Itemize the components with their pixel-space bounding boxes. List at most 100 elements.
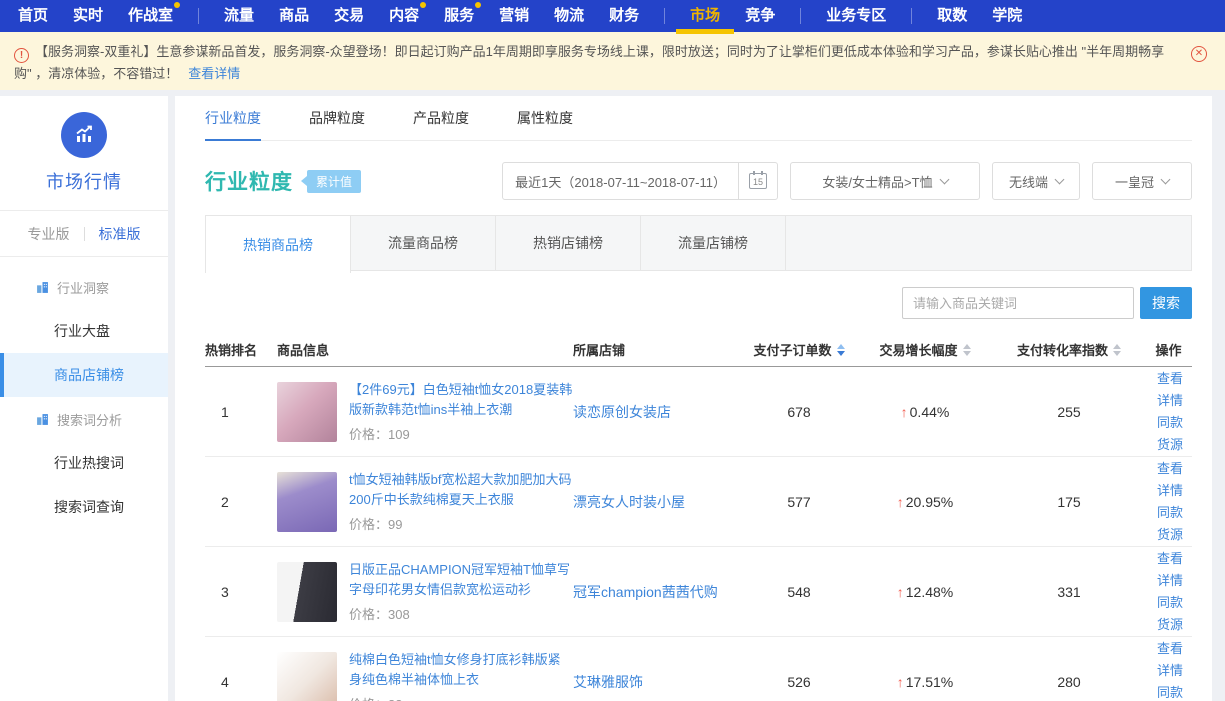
subtab-hot-products[interactable]: 热销商品榜: [205, 216, 351, 273]
market-chart-icon: [61, 112, 107, 158]
date-range-picker[interactable]: 最近1天（2018-07-11~2018-07-11） 15: [502, 162, 778, 200]
nav-item-service[interactable]: 服务: [444, 0, 474, 32]
view-detail-link[interactable]: 查看详情: [1157, 458, 1192, 502]
chevron-down-icon: [939, 174, 949, 184]
nav-divider: [198, 8, 199, 24]
nav-label: 财务: [609, 7, 639, 24]
same-source-link[interactable]: 同款货源: [1157, 592, 1192, 636]
subtab-traffic-products[interactable]: 流量商品榜: [350, 216, 496, 270]
sidebar-item-industry-board[interactable]: 行业大盘: [0, 309, 168, 353]
col-orders: 支付子订单数: [741, 340, 857, 359]
view-detail-link[interactable]: 查看详情: [1157, 548, 1192, 592]
sort-orders-icon[interactable]: [837, 344, 845, 356]
nav-item-finance[interactable]: 财务: [609, 0, 639, 32]
nav-item-business-zone[interactable]: 业务专区: [826, 0, 886, 32]
subtab-hot-shops[interactable]: 热销店铺榜: [495, 216, 641, 270]
table-row: 4 纯棉白色短袖t恤女修身打底衫韩版紧身纯色棉半袖体恤上衣 价格：88 艾琳雅服…: [205, 637, 1192, 701]
product-cell: 日版正品CHAMPION冠军短袖T恤草写字母印花男女情侣款宽松运动衫 价格：30…: [277, 560, 573, 623]
banner-text: 【服务洞察-双重礼】生意参谋新品首发，服务洞察-众望登场！即日起订购产品1年周期…: [14, 44, 1164, 81]
nav-item-home[interactable]: 首页: [18, 0, 48, 32]
col-orders-label: 支付子订单数: [753, 340, 831, 359]
notification-dot: [475, 2, 481, 8]
calendar-icon[interactable]: 15: [739, 163, 777, 199]
nav-divider: [800, 8, 801, 24]
subtab-traffic-shops[interactable]: 流量店铺榜: [640, 216, 786, 270]
date-range-value: 最近1天（2018-07-11~2018-07-11）: [503, 163, 739, 199]
shop-link[interactable]: 冠军champion茜茜代购: [573, 582, 741, 602]
product-title-link[interactable]: 【2件69元】白色短袖t恤女2018夏装韩版新款韩范t恤ins半袖上衣潮: [349, 380, 573, 420]
product-title-link[interactable]: 日版正品CHAMPION冠军短袖T恤草写字母印花男女情侣款宽松运动衫: [349, 560, 573, 600]
banner-detail-link[interactable]: 查看详情: [188, 66, 240, 81]
nav-label: 物流: [554, 7, 584, 24]
col-growth: 交易增长幅度: [857, 340, 993, 359]
nav-item-goods[interactable]: 商品: [279, 0, 309, 32]
sidebar-item-product-shop-rank[interactable]: 商品店铺榜: [0, 353, 168, 397]
nav-item-logistics[interactable]: 物流: [554, 0, 584, 32]
growth-cell: 17.51%: [857, 674, 993, 690]
actions-cell: 查看详情 同款货源: [1145, 368, 1192, 456]
product-image[interactable]: [277, 472, 337, 532]
col-conversion: 支付转化率指数: [993, 340, 1145, 359]
nav-item-traffic[interactable]: 流量: [224, 0, 254, 32]
search-input[interactable]: [902, 287, 1134, 319]
nav-item-academy[interactable]: 学院: [992, 0, 1022, 32]
col-shop: 所属店铺: [573, 340, 741, 359]
nav-item-warroom[interactable]: 作战室: [128, 0, 173, 32]
growth-cell: 12.48%: [857, 584, 993, 600]
tab-brand-granularity[interactable]: 品牌粒度: [309, 96, 365, 141]
page-title: 行业粒度: [205, 166, 293, 196]
search-button[interactable]: 搜索: [1140, 287, 1192, 319]
product-image[interactable]: [277, 652, 337, 701]
col-product-info: 商品信息: [277, 340, 573, 359]
shop-level-dropdown[interactable]: 一皇冠: [1092, 162, 1192, 200]
nav-item-content[interactable]: 内容: [389, 0, 419, 32]
shop-link[interactable]: 读恋原创女装店: [573, 402, 741, 422]
view-detail-link[interactable]: 查看详情: [1157, 638, 1192, 682]
version-standard[interactable]: 标准版: [99, 224, 141, 244]
same-source-link[interactable]: 同款货源: [1157, 682, 1192, 701]
tab-attribute-granularity[interactable]: 属性粒度: [517, 96, 573, 141]
nav-item-data-fetch[interactable]: 取数: [937, 0, 967, 32]
sidebar-item-hot-search-words[interactable]: 行业热搜词: [0, 441, 168, 485]
tab-industry-granularity[interactable]: 行业粒度: [205, 96, 261, 141]
view-detail-link[interactable]: 查看详情: [1157, 368, 1192, 412]
building-icon: [36, 413, 49, 426]
sort-conversion-icon[interactable]: [1113, 344, 1121, 356]
rank-value: 1: [205, 404, 277, 420]
menu-group-label: 行业洞察: [57, 278, 109, 297]
tab-product-granularity[interactable]: 产品粒度: [413, 96, 469, 141]
nav-label: 竞争: [745, 7, 775, 24]
terminal-dropdown[interactable]: 无线端: [992, 162, 1080, 200]
nav-item-trade[interactable]: 交易: [334, 0, 364, 32]
category-dropdown[interactable]: 女装/女士精品>T恤: [790, 162, 980, 200]
same-source-link[interactable]: 同款货源: [1157, 502, 1192, 546]
up-arrow-icon: [897, 674, 904, 690]
version-pro[interactable]: 专业版: [28, 224, 70, 244]
nav-item-realtime[interactable]: 实时: [73, 0, 103, 32]
nav-divider: [911, 8, 912, 24]
actions-cell: 查看详情 同款货源: [1145, 638, 1192, 701]
table-header: 热销排名 商品信息 所属店铺 支付子订单数 交易增长幅度 支付转化率指数 操作: [205, 333, 1192, 367]
growth-cell: 20.95%: [857, 494, 993, 510]
sort-growth-icon[interactable]: [963, 344, 971, 356]
product-image[interactable]: [277, 382, 337, 442]
conversion-value: 255: [993, 404, 1145, 420]
col-actions: 操作: [1145, 340, 1192, 359]
warning-icon: !: [14, 48, 29, 63]
nav-item-competition[interactable]: 竞争: [745, 0, 775, 32]
product-image[interactable]: [277, 562, 337, 622]
shop-link[interactable]: 艾琳雅服饰: [573, 672, 741, 692]
col-conversion-label: 支付转化率指数: [1017, 340, 1108, 359]
product-title-link[interactable]: 纯棉白色短袖t恤女修身打底衫韩版紧身纯色棉半袖体恤上衣: [349, 650, 573, 690]
same-source-link[interactable]: 同款货源: [1157, 412, 1192, 456]
close-icon[interactable]: ✕: [1191, 46, 1207, 62]
shop-link[interactable]: 漂亮女人时装小屋: [573, 492, 741, 512]
nav-label: 商品: [279, 7, 309, 24]
sidebar-item-search-word-query[interactable]: 搜索词查询: [0, 485, 168, 529]
product-price: 价格：308: [349, 604, 573, 623]
product-title-link[interactable]: t恤女短袖韩版bf宽松超大款加肥加大码200斤中长款纯棉夏天上衣服: [349, 470, 573, 510]
conversion-value: 280: [993, 674, 1145, 690]
nav-item-marketing[interactable]: 营销: [499, 0, 529, 32]
nav-item-market[interactable]: 市场: [690, 0, 720, 32]
col-rank: 热销排名: [205, 340, 277, 359]
